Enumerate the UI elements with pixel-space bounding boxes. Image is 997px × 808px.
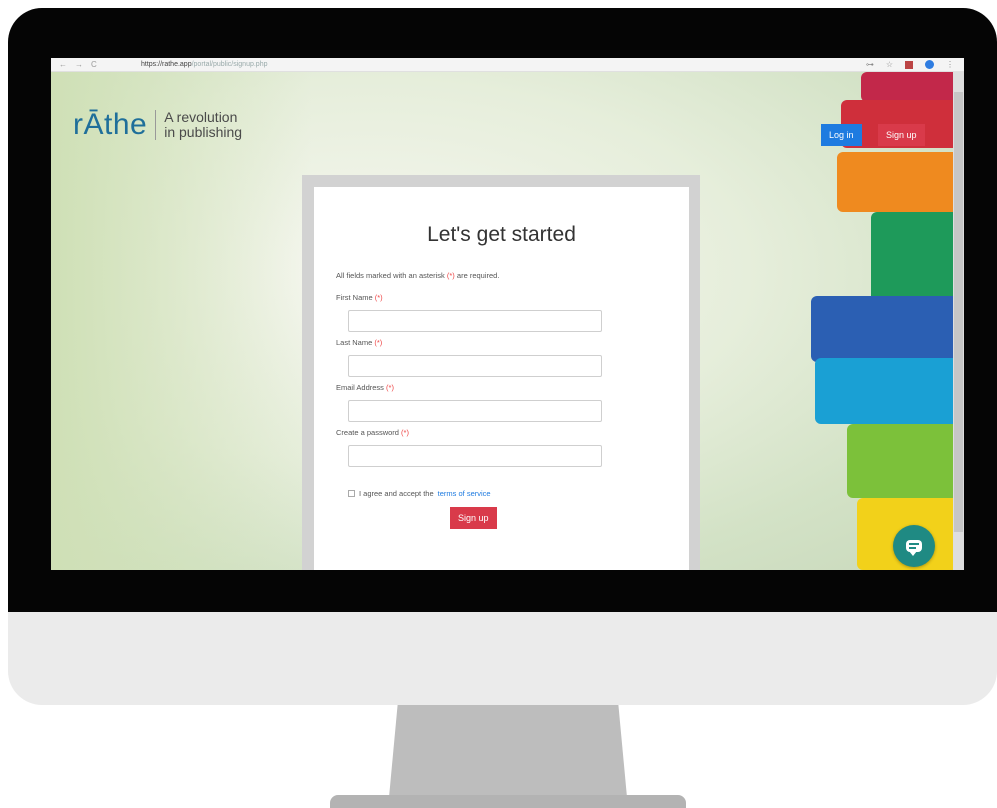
password-required-star: (*) [401, 428, 409, 437]
profile-avatar-icon[interactable] [925, 60, 934, 69]
first-name-label: First Name (*) [336, 293, 383, 302]
terms-agree-text: I agree and accept the [359, 489, 434, 498]
last-name-required-star: (*) [374, 338, 383, 347]
email-required-star: (*) [386, 383, 394, 392]
browser-nav: ← → C [51, 60, 141, 69]
terms-agreement: I agree and accept the terms of service [348, 489, 491, 498]
first-name-required-star: (*) [374, 293, 383, 302]
terms-of-service-link[interactable]: terms of service [438, 489, 491, 498]
book-blue [811, 296, 953, 362]
form-title: Let's get started [427, 223, 576, 246]
book-orange [837, 152, 953, 212]
terms-checkbox[interactable] [348, 490, 355, 497]
browser-actions: ⊶ ☆ ⋮ [866, 60, 964, 69]
book-lime [847, 424, 953, 498]
address-bar[interactable]: https://rathe.app/portal/public/signup.p… [141, 61, 267, 68]
extension-icon[interactable] [905, 60, 913, 69]
logo-divider [155, 110, 157, 140]
book-magenta [861, 72, 953, 102]
forward-icon[interactable]: → [75, 60, 83, 69]
password-field[interactable] [348, 445, 602, 467]
scrollbar-thumb[interactable] [954, 92, 963, 532]
reload-icon[interactable]: C [91, 60, 97, 69]
last-name-input[interactable] [348, 355, 602, 377]
book-cyan [815, 358, 953, 424]
last-name-label: Last Name (*) [336, 338, 382, 347]
first-name-label-text: First Name [336, 293, 373, 302]
monitor-stand-base [330, 795, 686, 808]
menu-kebab-icon[interactable]: ⋮ [946, 60, 954, 69]
page-background: rĀthe A revolution in publishing Log in … [51, 72, 964, 570]
email-label: Email Address (*) [336, 383, 394, 392]
login-button[interactable]: Log in [821, 124, 862, 146]
chat-widget-button[interactable] [893, 525, 935, 567]
page-scrollbar[interactable] [953, 72, 964, 570]
signup-submit-button[interactable]: Sign up [450, 507, 497, 529]
password-label: Create a password (*) [336, 428, 409, 437]
signup-form-card: Let's get started All fields marked with… [314, 187, 689, 570]
logo-wordmark: rĀthe [73, 108, 148, 141]
bookmark-star-icon[interactable]: ☆ [886, 60, 893, 69]
required-note-prefix: All fields marked with an asterisk [336, 271, 445, 280]
tagline-line-2: in publishing [164, 124, 243, 140]
book-green [871, 212, 953, 308]
monitor-stand-neck [388, 705, 628, 808]
email-field[interactable] [348, 400, 602, 422]
monitor-chin [8, 600, 997, 705]
tagline-line-1: A revolution [164, 109, 238, 125]
brand-tagline: A revolution in publishing [164, 110, 242, 140]
monitor-screen: ← → C https://rathe.app/portal/public/si… [51, 58, 964, 570]
brand-logo[interactable]: rĀthe A revolution in publishing [73, 108, 242, 142]
header-signup-button[interactable]: Sign up [878, 124, 925, 146]
required-note-star: (*) [446, 271, 455, 280]
email-label-text: Email Address [336, 383, 384, 392]
browser-toolbar: ← → C https://rathe.app/portal/public/si… [51, 58, 964, 72]
password-label-text: Create a password [336, 428, 399, 437]
required-note-suffix: are required. [456, 271, 500, 280]
chat-icon [906, 540, 922, 556]
required-note: All fields marked with an asterisk (*) a… [336, 271, 499, 280]
first-name-input[interactable] [348, 310, 602, 332]
back-icon[interactable]: ← [59, 60, 67, 69]
last-name-label-text: Last Name [336, 338, 373, 347]
key-icon[interactable]: ⊶ [866, 60, 874, 69]
url-path: /portal/public/signup.php [191, 61, 268, 68]
url-host: https://rathe.app [141, 61, 192, 68]
